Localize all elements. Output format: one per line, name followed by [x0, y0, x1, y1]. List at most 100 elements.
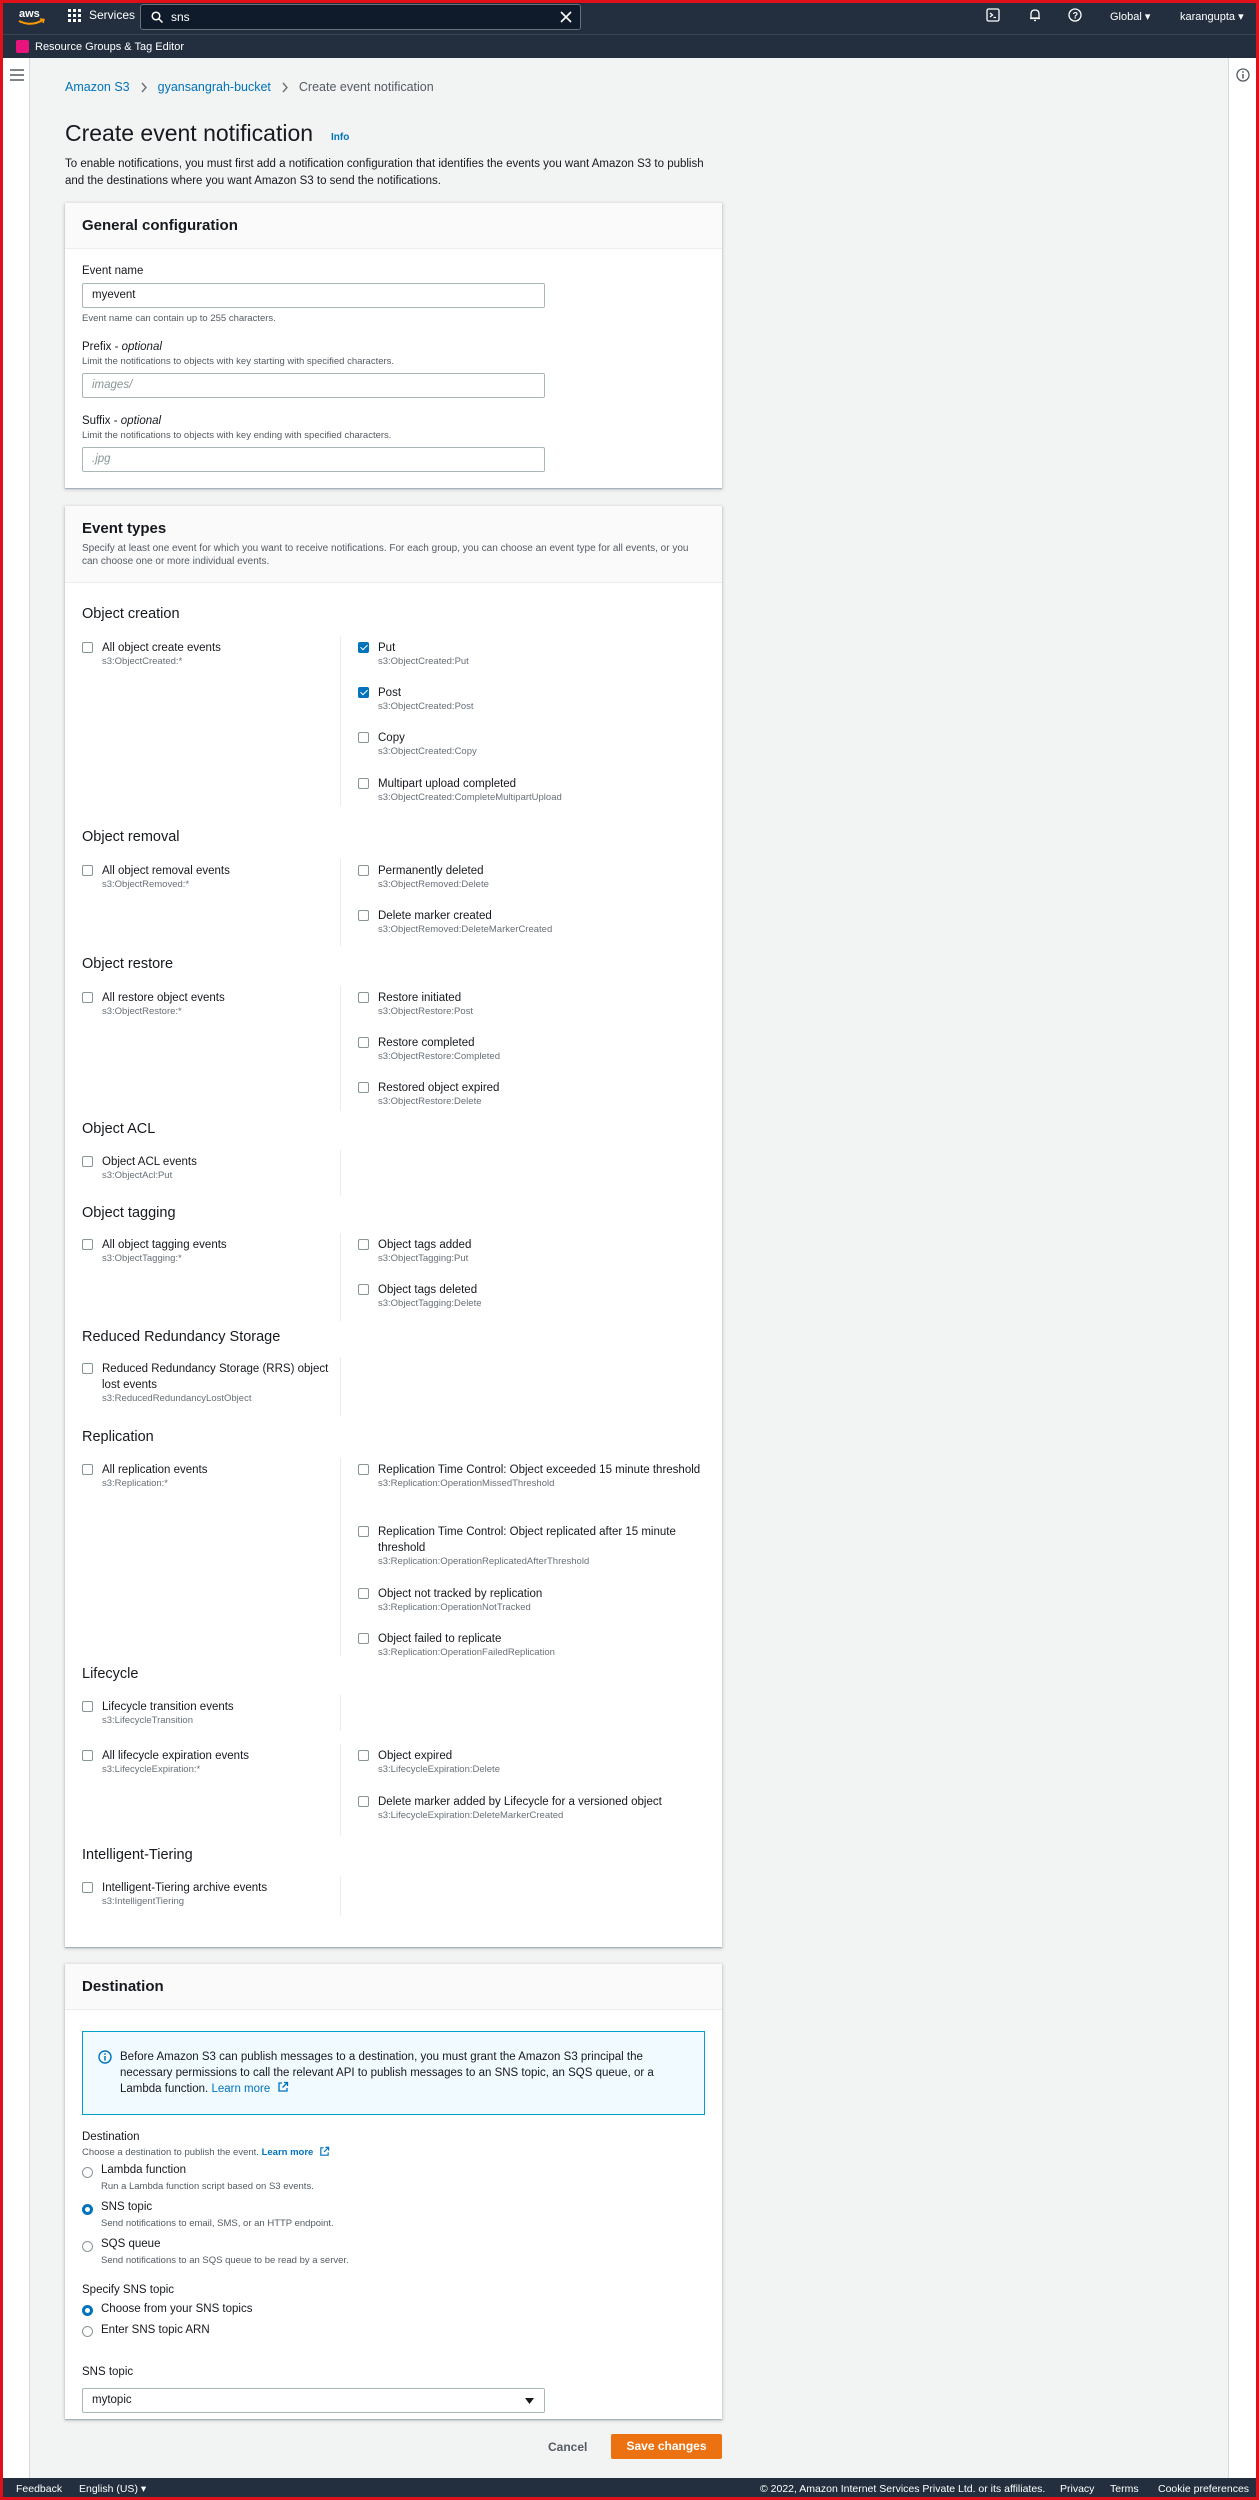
search-box[interactable] [140, 4, 581, 30]
region-selector[interactable]: Global ▾ [1110, 10, 1150, 23]
option-desc-sqs: Send notifications to an SQS queue to be… [101, 2255, 349, 2266]
event-label: Object tags added [378, 1239, 472, 1251]
notifications-bell-icon[interactable] [1028, 8, 1042, 22]
event-checkbox[interactable] [82, 1701, 93, 1712]
breadcrumb-bucket[interactable]: gyansangrah-bucket [158, 80, 271, 94]
info-link[interactable]: Info [331, 132, 349, 143]
event-checkbox[interactable] [358, 1633, 369, 1644]
event-checkbox[interactable] [358, 1082, 369, 1093]
event-checkbox[interactable] [82, 1239, 93, 1250]
event-checkbox[interactable] [358, 865, 369, 876]
resource-groups-link[interactable]: Resource Groups & Tag Editor [35, 41, 184, 53]
event-checkbox[interactable] [358, 1588, 369, 1599]
event-code: s3:Replication:OperationReplicatedAfterT… [378, 1556, 590, 1567]
help-icon[interactable]: ? [1068, 8, 1082, 22]
event-code: s3:Replication:* [102, 1478, 169, 1489]
radio-enter-arn[interactable] [82, 2326, 93, 2337]
external-link-icon [320, 2146, 330, 2156]
cloudshell-icon[interactable] [986, 8, 1000, 22]
event-checkbox[interactable] [82, 1464, 93, 1475]
event-label: Object tags deleted [378, 1284, 478, 1296]
event-label: All object tagging events [102, 1239, 227, 1251]
event-checkbox[interactable] [358, 910, 369, 921]
event-name-input[interactable]: myevent [82, 283, 545, 308]
general-configuration-panel: General configuration Event name myevent… [65, 203, 722, 488]
event-checkbox[interactable] [82, 1156, 93, 1167]
event-code: s3:ObjectCreated:* [102, 656, 183, 667]
cancel-button[interactable]: Cancel [548, 2440, 587, 2454]
event-checkbox[interactable] [358, 992, 369, 1003]
hamburger-menu-icon[interactable] [10, 69, 24, 81]
panel-title: Event types [82, 520, 167, 537]
clear-search-icon[interactable] [560, 11, 572, 23]
event-label: Delete marker created [378, 910, 492, 922]
event-code: s3:ObjectAcl:Put [102, 1170, 173, 1181]
event-option: Copy s3:ObjectCreated:Copy [378, 730, 708, 758]
event-checkbox[interactable] [82, 1882, 93, 1893]
event-checkbox[interactable] [358, 778, 369, 789]
destination-label: Destination [82, 2131, 140, 2143]
search-input[interactable] [171, 10, 551, 24]
breadcrumb-current: Create event notification [298, 80, 434, 94]
event-label: All object create events [102, 642, 221, 654]
aws-logo[interactable]: aws [16, 4, 46, 30]
event-label: Restored object expired [378, 1082, 500, 1094]
grid-icon [68, 8, 81, 22]
event-name-label: Event name [82, 265, 144, 277]
breadcrumb: Amazon S3 gyansangrah-bucket Create even… [65, 80, 434, 94]
event-checkbox[interactable] [358, 1037, 369, 1048]
sns-topic-select[interactable]: mytopic [82, 2388, 545, 2413]
event-checkbox[interactable] [358, 1750, 369, 1761]
event-checkbox[interactable] [358, 1464, 369, 1475]
event-checkbox[interactable] [82, 642, 93, 653]
column-divider [340, 859, 341, 946]
event-label: Replication Time Control: Object replica… [378, 1526, 676, 1554]
event-types-panel: Event types Specify at least one event f… [65, 506, 722, 1947]
event-checkbox[interactable] [82, 1750, 93, 1761]
event-checkbox[interactable] [358, 1796, 369, 1807]
prefix-input[interactable]: images/ [82, 373, 545, 398]
svg-text:?: ? [1073, 11, 1079, 21]
save-changes-button[interactable]: Save changes [611, 2434, 722, 2459]
suffix-input[interactable]: .jpg [82, 447, 545, 472]
account-menu[interactable]: karangupta ▾ [1180, 10, 1244, 23]
radio-choose-sns[interactable] [82, 2305, 93, 2316]
top-navigation: aws Services ? Global ▾ karangupta ▾ [0, 0, 1259, 34]
event-option: All replication events s3:Replication:* [102, 1462, 337, 1490]
event-name-hint: Event name can contain up to 255 charact… [82, 313, 276, 324]
alert-learn-more-link[interactable]: Learn more [211, 2083, 270, 2095]
event-code: s3:LifecycleExpiration:DeleteMarkerCreat… [378, 1810, 564, 1821]
feedback-link[interactable]: Feedback [16, 2483, 62, 2495]
event-checkbox[interactable] [358, 1526, 369, 1537]
resource-groups-icon [16, 40, 29, 53]
services-label: Services [89, 8, 136, 22]
event-checkbox[interactable] [82, 1363, 93, 1374]
radio-sqs-queue[interactable] [82, 2241, 93, 2252]
event-code: s3:ObjectTagging:* [102, 1253, 182, 1264]
event-checkbox[interactable] [358, 1284, 369, 1295]
services-menu[interactable]: Services [68, 8, 135, 22]
event-checkbox[interactable] [82, 865, 93, 876]
event-checkbox[interactable] [358, 642, 369, 653]
event-checkbox[interactable] [358, 687, 369, 698]
privacy-link[interactable]: Privacy [1060, 2483, 1094, 2495]
event-label: Put [378, 642, 396, 654]
cookie-preferences-link[interactable]: Cookie preferences [1158, 2483, 1249, 2495]
event-checkbox[interactable] [358, 732, 369, 743]
svg-text:aws: aws [19, 8, 40, 20]
event-group-title: Object restore [82, 956, 174, 972]
language-selector[interactable]: English (US) ▾ [79, 2483, 146, 2495]
event-option: Reduced Redundancy Storage (RRS) object … [102, 1361, 337, 1405]
radio-lambda-function[interactable] [82, 2167, 93, 2178]
breadcrumb-amazon-s3[interactable]: Amazon S3 [65, 80, 130, 94]
event-checkbox[interactable] [82, 992, 93, 1003]
permissions-info-alert: Before Amazon S3 can publish messages to… [82, 2031, 705, 2115]
destination-learn-more-link[interactable]: Learn more [262, 2147, 314, 2158]
prefix-optional: optional [121, 341, 162, 353]
event-option: All lifecycle expiration events s3:Lifecy… [102, 1748, 337, 1776]
info-panel-icon[interactable] [1236, 68, 1250, 82]
radio-sns-topic[interactable] [82, 2204, 93, 2215]
terms-link[interactable]: Terms [1110, 2483, 1139, 2495]
destination-panel: Destination Before Amazon S3 can publish… [65, 1964, 722, 2419]
event-checkbox[interactable] [358, 1239, 369, 1250]
